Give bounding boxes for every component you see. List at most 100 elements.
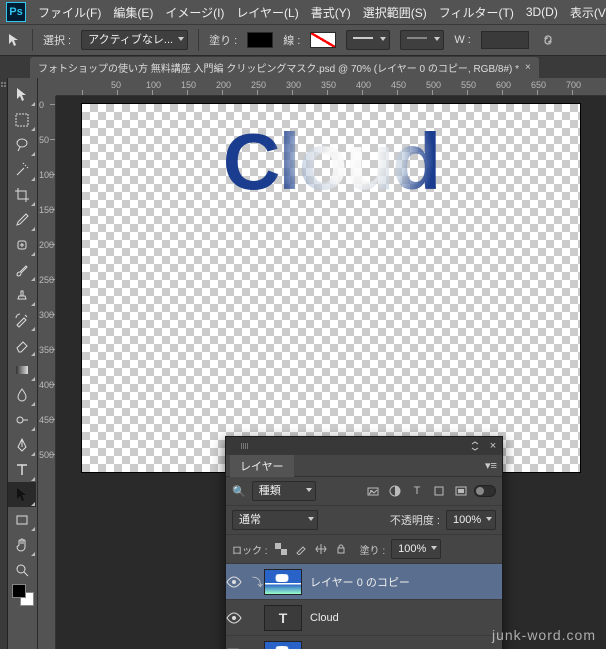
ruler-tick-label: 700 xyxy=(566,80,581,90)
separator xyxy=(198,29,199,51)
ruler-tick-label: 150 xyxy=(39,205,54,215)
stroke-style-dropdown[interactable] xyxy=(400,30,444,50)
history-brush-tool[interactable] xyxy=(8,307,36,332)
document-tab[interactable]: フォトショップの使い方 無料講座 入門編 クリッピングマスク.psd @ 70%… xyxy=(30,57,539,78)
clone-stamp-tool[interactable] xyxy=(8,282,36,307)
document-tab-strip: フォトショップの使い方 無料講座 入門編 クリッピングマスク.psd @ 70%… xyxy=(0,56,606,78)
eraser-tool[interactable] xyxy=(8,332,36,357)
lasso-tool[interactable] xyxy=(8,132,36,157)
ruler-tick-label: 100 xyxy=(146,80,161,90)
layer-filter-row: 🔍 種類 T xyxy=(226,477,502,506)
layer-row[interactable]: レイヤー 0 xyxy=(226,636,502,649)
collapse-icon[interactable] xyxy=(466,438,484,454)
filter-shape-icon[interactable] xyxy=(432,485,446,497)
menu-filter[interactable]: フィルター(T) xyxy=(439,4,514,21)
pen-tool[interactable] xyxy=(8,432,36,457)
ruler-horizontal[interactable]: 5010015020025030035040045050055060065070… xyxy=(56,78,606,96)
kind-dropdown[interactable]: 種類 xyxy=(252,481,316,501)
magic-wand-tool[interactable] xyxy=(8,157,36,182)
menu-type[interactable]: 書式(Y) xyxy=(311,4,351,21)
lock-all-icon[interactable] xyxy=(334,543,348,555)
dodge-tool[interactable] xyxy=(8,407,36,432)
crop-tool[interactable] xyxy=(8,182,36,207)
lock-paint-icon[interactable] xyxy=(294,543,308,555)
watermark: junk-word.com xyxy=(492,627,596,643)
path-select-tool[interactable] xyxy=(8,482,36,507)
rectangle-tool[interactable] xyxy=(8,507,36,532)
ruler-corner xyxy=(38,78,56,96)
filter-toggle[interactable] xyxy=(474,485,496,497)
close-icon[interactable]: × xyxy=(484,438,502,454)
layer-row[interactable]: ⤵レイヤー 0 のコピー xyxy=(226,564,502,600)
layer-row[interactable]: TCloud xyxy=(226,600,502,636)
panel-titlebar[interactable]: × xyxy=(226,437,502,455)
move-tool-indicator[interactable] xyxy=(6,32,22,48)
filter-adjust-icon[interactable] xyxy=(388,485,402,497)
layer-thumbnail[interactable]: T xyxy=(264,605,302,631)
lock-move-icon[interactable] xyxy=(314,543,328,555)
fg-bg-swatches[interactable] xyxy=(8,582,37,612)
stroke-swatch[interactable] xyxy=(310,32,336,48)
stroke-width-dropdown[interactable] xyxy=(346,30,390,50)
layer-name[interactable]: レイヤー 0 のコピー xyxy=(302,574,502,590)
menu-select[interactable]: 選択範囲(S) xyxy=(363,4,427,21)
menu-layer[interactable]: レイヤー(L) xyxy=(236,4,298,21)
type-tool[interactable] xyxy=(8,457,36,482)
document-tab-title: フォトショップの使い方 無料講座 入門編 クリッピングマスク.psd @ 70%… xyxy=(38,60,519,75)
select-dropdown[interactable]: アクティブなレ... xyxy=(81,30,188,50)
ruler-tick-label: 200 xyxy=(39,240,54,250)
panel-tabs: レイヤー ▾≡ xyxy=(226,455,502,477)
menu-file[interactable]: ファイル(F) xyxy=(38,4,101,21)
layer-thumbnail[interactable] xyxy=(264,569,302,595)
blend-mode-dropdown[interactable]: 通常 xyxy=(232,510,318,530)
options-bar: 選択 : アクティブなレ... 塗り : 線 : W : xyxy=(0,24,606,56)
collapsed-dock[interactable] xyxy=(0,78,8,649)
brush-tool[interactable] xyxy=(8,257,36,282)
spot-heal-tool[interactable] xyxy=(8,232,36,257)
move-tool[interactable] xyxy=(8,82,36,107)
gradient-tool[interactable] xyxy=(8,357,36,382)
fill-label: 塗り : xyxy=(360,542,386,557)
lock-row: ロック : 塗り : 100% xyxy=(226,535,502,564)
zoom-tool[interactable] xyxy=(8,557,36,582)
fill-field[interactable]: 100% xyxy=(391,539,441,559)
filter-smart-icon[interactable] xyxy=(454,485,468,497)
eyedropper-tool[interactable] xyxy=(8,207,36,232)
blur-tool[interactable] xyxy=(8,382,36,407)
filter-pixel-icon[interactable] xyxy=(366,485,380,497)
ruler-tick-label: 0 xyxy=(39,100,44,110)
lock-transparent-icon[interactable] xyxy=(274,543,288,555)
work-area: 5010015020025030035040045050055060065070… xyxy=(0,78,606,649)
toolbox xyxy=(8,78,38,649)
marquee-tool[interactable] xyxy=(8,107,36,132)
menu-image[interactable]: イメージ(I) xyxy=(165,4,224,21)
hand-tool[interactable] xyxy=(8,532,36,557)
ruler-tick-label: 500 xyxy=(39,450,54,460)
opacity-field[interactable]: 100% xyxy=(446,510,496,530)
filter-type-icon[interactable]: T xyxy=(410,485,424,497)
separator xyxy=(32,29,33,51)
menu-bar: Ps ファイル(F) 編集(E) イメージ(I) レイヤー(L) 書式(Y) 選… xyxy=(0,0,606,24)
canvas-page[interactable]: Cloud xyxy=(82,104,580,472)
width-field[interactable] xyxy=(481,31,529,49)
menu-3d[interactable]: 3D(D) xyxy=(526,5,558,19)
layer-thumbnail[interactable] xyxy=(264,641,302,649)
tab-layers[interactable]: レイヤー xyxy=(230,455,294,477)
ruler-tick-label: 250 xyxy=(251,80,266,90)
fill-swatch[interactable] xyxy=(247,32,273,48)
layer-name[interactable]: Cloud xyxy=(302,612,502,624)
ruler-tick-label: 200 xyxy=(216,80,231,90)
menu-edit[interactable]: 編集(E) xyxy=(113,4,153,21)
layer-list: ⤵レイヤー 0 のコピーTCloudレイヤー 0 xyxy=(226,564,502,649)
close-icon[interactable]: × xyxy=(525,62,531,73)
layer-name[interactable]: レイヤー 0 xyxy=(302,646,502,649)
ruler-vertical[interactable]: 050100150200250300350400450500 xyxy=(38,96,56,649)
ruler-tick-label: 150 xyxy=(181,80,196,90)
link-wh-icon[interactable] xyxy=(539,31,557,49)
menu-view[interactable]: 表示(V xyxy=(570,4,606,21)
layers-panel: × レイヤー ▾≡ 🔍 種類 T 通常 xyxy=(225,436,503,649)
panel-menu-icon[interactable]: ▾≡ xyxy=(480,459,502,472)
visibility-toggle[interactable] xyxy=(226,576,252,588)
visibility-toggle[interactable] xyxy=(226,612,252,624)
app-logo: Ps xyxy=(6,2,26,22)
